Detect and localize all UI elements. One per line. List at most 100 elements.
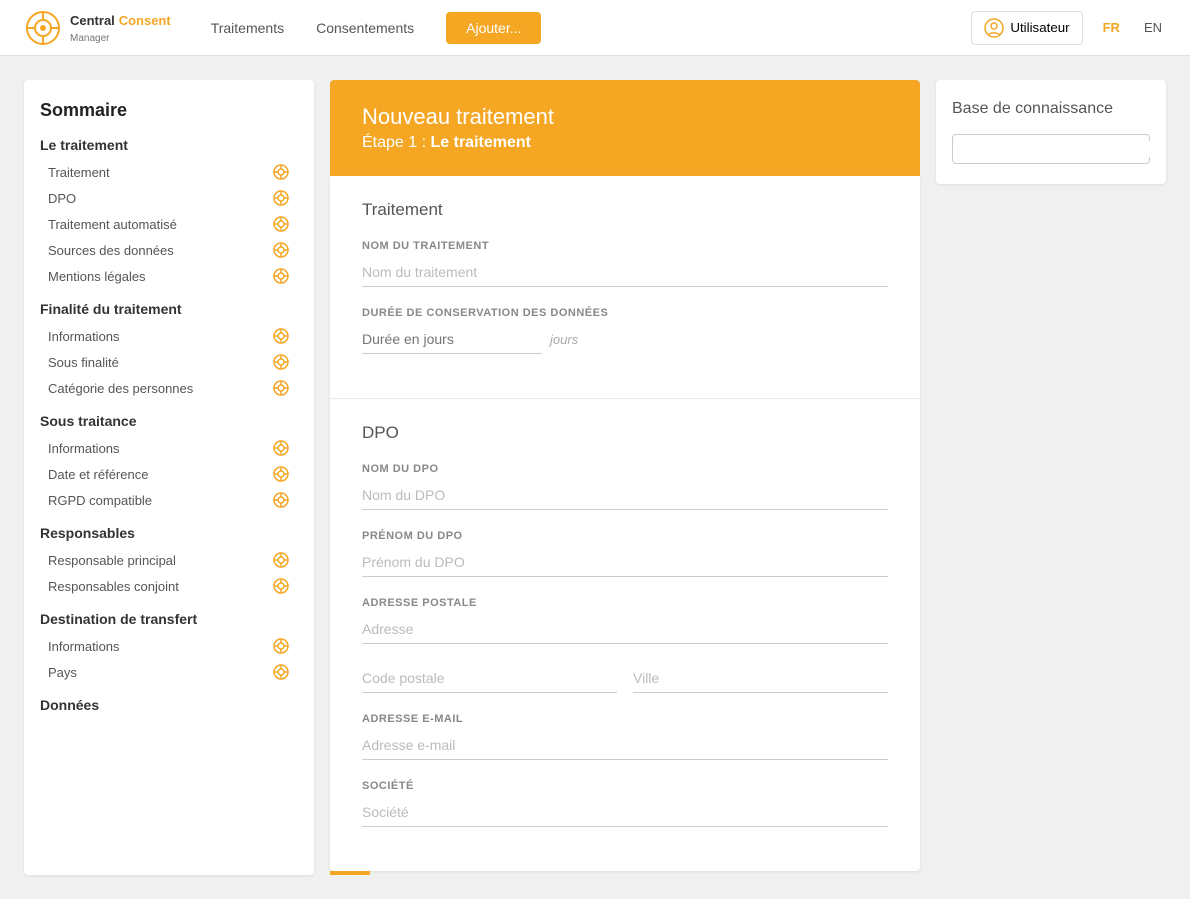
input-email[interactable]: [362, 731, 888, 760]
sidebar-section-responsables: Responsables: [40, 525, 298, 541]
section-title-dpo: DPO: [362, 423, 888, 443]
field-adresse: ADRESSE POSTALE: [362, 597, 888, 644]
sidebar-item-sources[interactable]: Sources des données: [40, 237, 298, 263]
input-duree[interactable]: [362, 325, 542, 354]
lang-fr[interactable]: FR: [1099, 18, 1124, 37]
input-nom-traitement[interactable]: [362, 258, 888, 287]
gdpr-icon-mentions: [272, 267, 290, 285]
utilisateur-label: Utilisateur: [1010, 20, 1069, 35]
sidebar-item-pays[interactable]: Pays: [40, 659, 298, 685]
duration-unit: jours: [550, 332, 578, 347]
nav-traitements[interactable]: Traitements: [211, 20, 284, 36]
sidebar-title: Sommaire: [40, 100, 298, 121]
gdpr-icon-pays: [272, 663, 290, 681]
page-body: Sommaire Le traitement Traitement DPO Tr…: [0, 56, 1190, 899]
ajouter-button[interactable]: Ajouter...: [446, 12, 541, 44]
field-prenom-dpo: PRÉNOM DU DPO: [362, 530, 888, 577]
sidebar-item-dpo[interactable]: DPO: [40, 185, 298, 211]
input-ville[interactable]: [633, 664, 888, 693]
logo: Central Consent Manager: [24, 9, 171, 47]
logo-consent: Consent: [119, 13, 171, 28]
sidebar-item-date-reference[interactable]: Date et référence: [40, 461, 298, 487]
gdpr-icon-auto: [272, 215, 290, 233]
search-box: [952, 134, 1150, 164]
input-nom-dpo[interactable]: [362, 481, 888, 510]
sidebar-item-categorie-personnes[interactable]: Catégorie des personnes: [40, 375, 298, 401]
user-icon: [984, 18, 1004, 38]
sidebar-section-sous-traitance: Sous traitance: [40, 413, 298, 429]
gdpr-icon-cp: [272, 379, 290, 397]
right-panel: Base de connaissance: [936, 80, 1166, 875]
logo-manager: Manager: [70, 33, 109, 44]
gdpr-icon-rgpd: [272, 491, 290, 509]
label-societe: SOCIÉTÉ: [362, 780, 888, 792]
search-input[interactable]: [971, 141, 1152, 157]
main-nav: Traitements Consentements Ajouter...: [211, 12, 972, 44]
orange-header: Nouveau traitement Étape 1 : Le traiteme…: [330, 80, 920, 176]
gdpr-icon-di: [272, 637, 290, 655]
sidebar-item-mentions[interactable]: Mentions légales: [40, 263, 298, 289]
nav-consentements[interactable]: Consentements: [316, 20, 414, 36]
label-nom-traitement: NOM DU TRAITEMENT: [362, 240, 888, 252]
sidebar-section-finalite: Finalité du traitement: [40, 301, 298, 317]
header: Central Consent Manager Traitements Cons…: [0, 0, 1190, 56]
gdpr-icon-dr: [272, 465, 290, 483]
input-adresse[interactable]: [362, 615, 888, 644]
gdpr-icon-traitement: [272, 163, 290, 181]
gdpr-icon-rc: [272, 577, 290, 595]
gdpr-icon-sources: [272, 241, 290, 259]
input-code-postal[interactable]: [362, 664, 617, 693]
label-adresse: ADRESSE POSTALE: [362, 597, 888, 609]
label-email: ADRESSE E-MAIL: [362, 713, 888, 725]
sidebar-item-sous-finalite[interactable]: Sous finalité: [40, 349, 298, 375]
logo-text: Central Consent Manager: [70, 12, 171, 44]
form-section-traitement: Traitement NOM DU TRAITEMENT DURÉE DE CO…: [330, 176, 920, 399]
section-title-traitement: Traitement: [362, 200, 888, 220]
header-right: Utilisateur FR EN: [971, 11, 1166, 45]
utilisateur-button[interactable]: Utilisateur: [971, 11, 1082, 45]
form-section-dpo: DPO NOM DU DPO PRÉNOM DU DPO ADRESSE POS…: [330, 399, 920, 871]
logo-icon: [24, 9, 62, 47]
sidebar-section-destination: Destination de transfert: [40, 611, 298, 627]
sidebar-item-dest-informations[interactable]: Informations: [40, 633, 298, 659]
field-nom-traitement: NOM DU TRAITEMENT: [362, 240, 888, 287]
sidebar-item-traitement-automatise[interactable]: Traitement automatisé: [40, 211, 298, 237]
knowledge-base: Base de connaissance: [936, 80, 1166, 184]
progress-bar: [330, 871, 370, 875]
subtitle-bold: Le traitement: [431, 134, 531, 151]
label-duree: DURÉE DE CONSERVATION DES DONNÉES: [362, 307, 888, 319]
subtitle-prefix: Étape 1 :: [362, 134, 431, 151]
duration-row: jours: [362, 325, 888, 354]
field-email: ADRESSE E-MAIL: [362, 713, 888, 760]
sidebar-section-donnees: Données: [40, 697, 298, 713]
lang-en[interactable]: EN: [1140, 18, 1166, 37]
logo-central: Central: [70, 13, 115, 28]
sidebar-item-finalite-informations[interactable]: Informations: [40, 323, 298, 349]
sidebar-item-responsable-principal[interactable]: Responsable principal: [40, 547, 298, 573]
knowledge-title: Base de connaissance: [952, 100, 1150, 118]
page-subtitle: Étape 1 : Le traitement: [362, 134, 888, 152]
input-prenom-dpo[interactable]: [362, 548, 888, 577]
gdpr-icon-fi: [272, 327, 290, 345]
form-container: Traitement NOM DU TRAITEMENT DURÉE DE CO…: [330, 176, 920, 871]
sidebar-item-rgpd[interactable]: RGPD compatible: [40, 487, 298, 513]
sidebar-section-le-traitement: Le traitement: [40, 137, 298, 153]
sidebar: Sommaire Le traitement Traitement DPO Tr…: [24, 80, 314, 875]
sidebar-item-st-informations[interactable]: Informations: [40, 435, 298, 461]
field-code-ville: [362, 664, 888, 693]
sidebar-item-traitement[interactable]: Traitement: [40, 159, 298, 185]
gdpr-icon-dpo: [272, 189, 290, 207]
sidebar-item-responsables-conjoint[interactable]: Responsables conjoint: [40, 573, 298, 599]
gdpr-icon-sti: [272, 439, 290, 457]
label-nom-dpo: NOM DU DPO: [362, 463, 888, 475]
field-duree: DURÉE DE CONSERVATION DES DONNÉES jours: [362, 307, 888, 354]
main-content: Nouveau traitement Étape 1 : Le traiteme…: [330, 80, 920, 875]
field-nom-dpo: NOM DU DPO: [362, 463, 888, 510]
gdpr-icon-rp: [272, 551, 290, 569]
label-prenom-dpo: PRÉNOM DU DPO: [362, 530, 888, 542]
field-societe: SOCIÉTÉ: [362, 780, 888, 827]
code-ville-row: [362, 664, 888, 693]
gdpr-icon-sf: [272, 353, 290, 371]
input-societe[interactable]: [362, 798, 888, 827]
page-title: Nouveau traitement: [362, 104, 888, 130]
